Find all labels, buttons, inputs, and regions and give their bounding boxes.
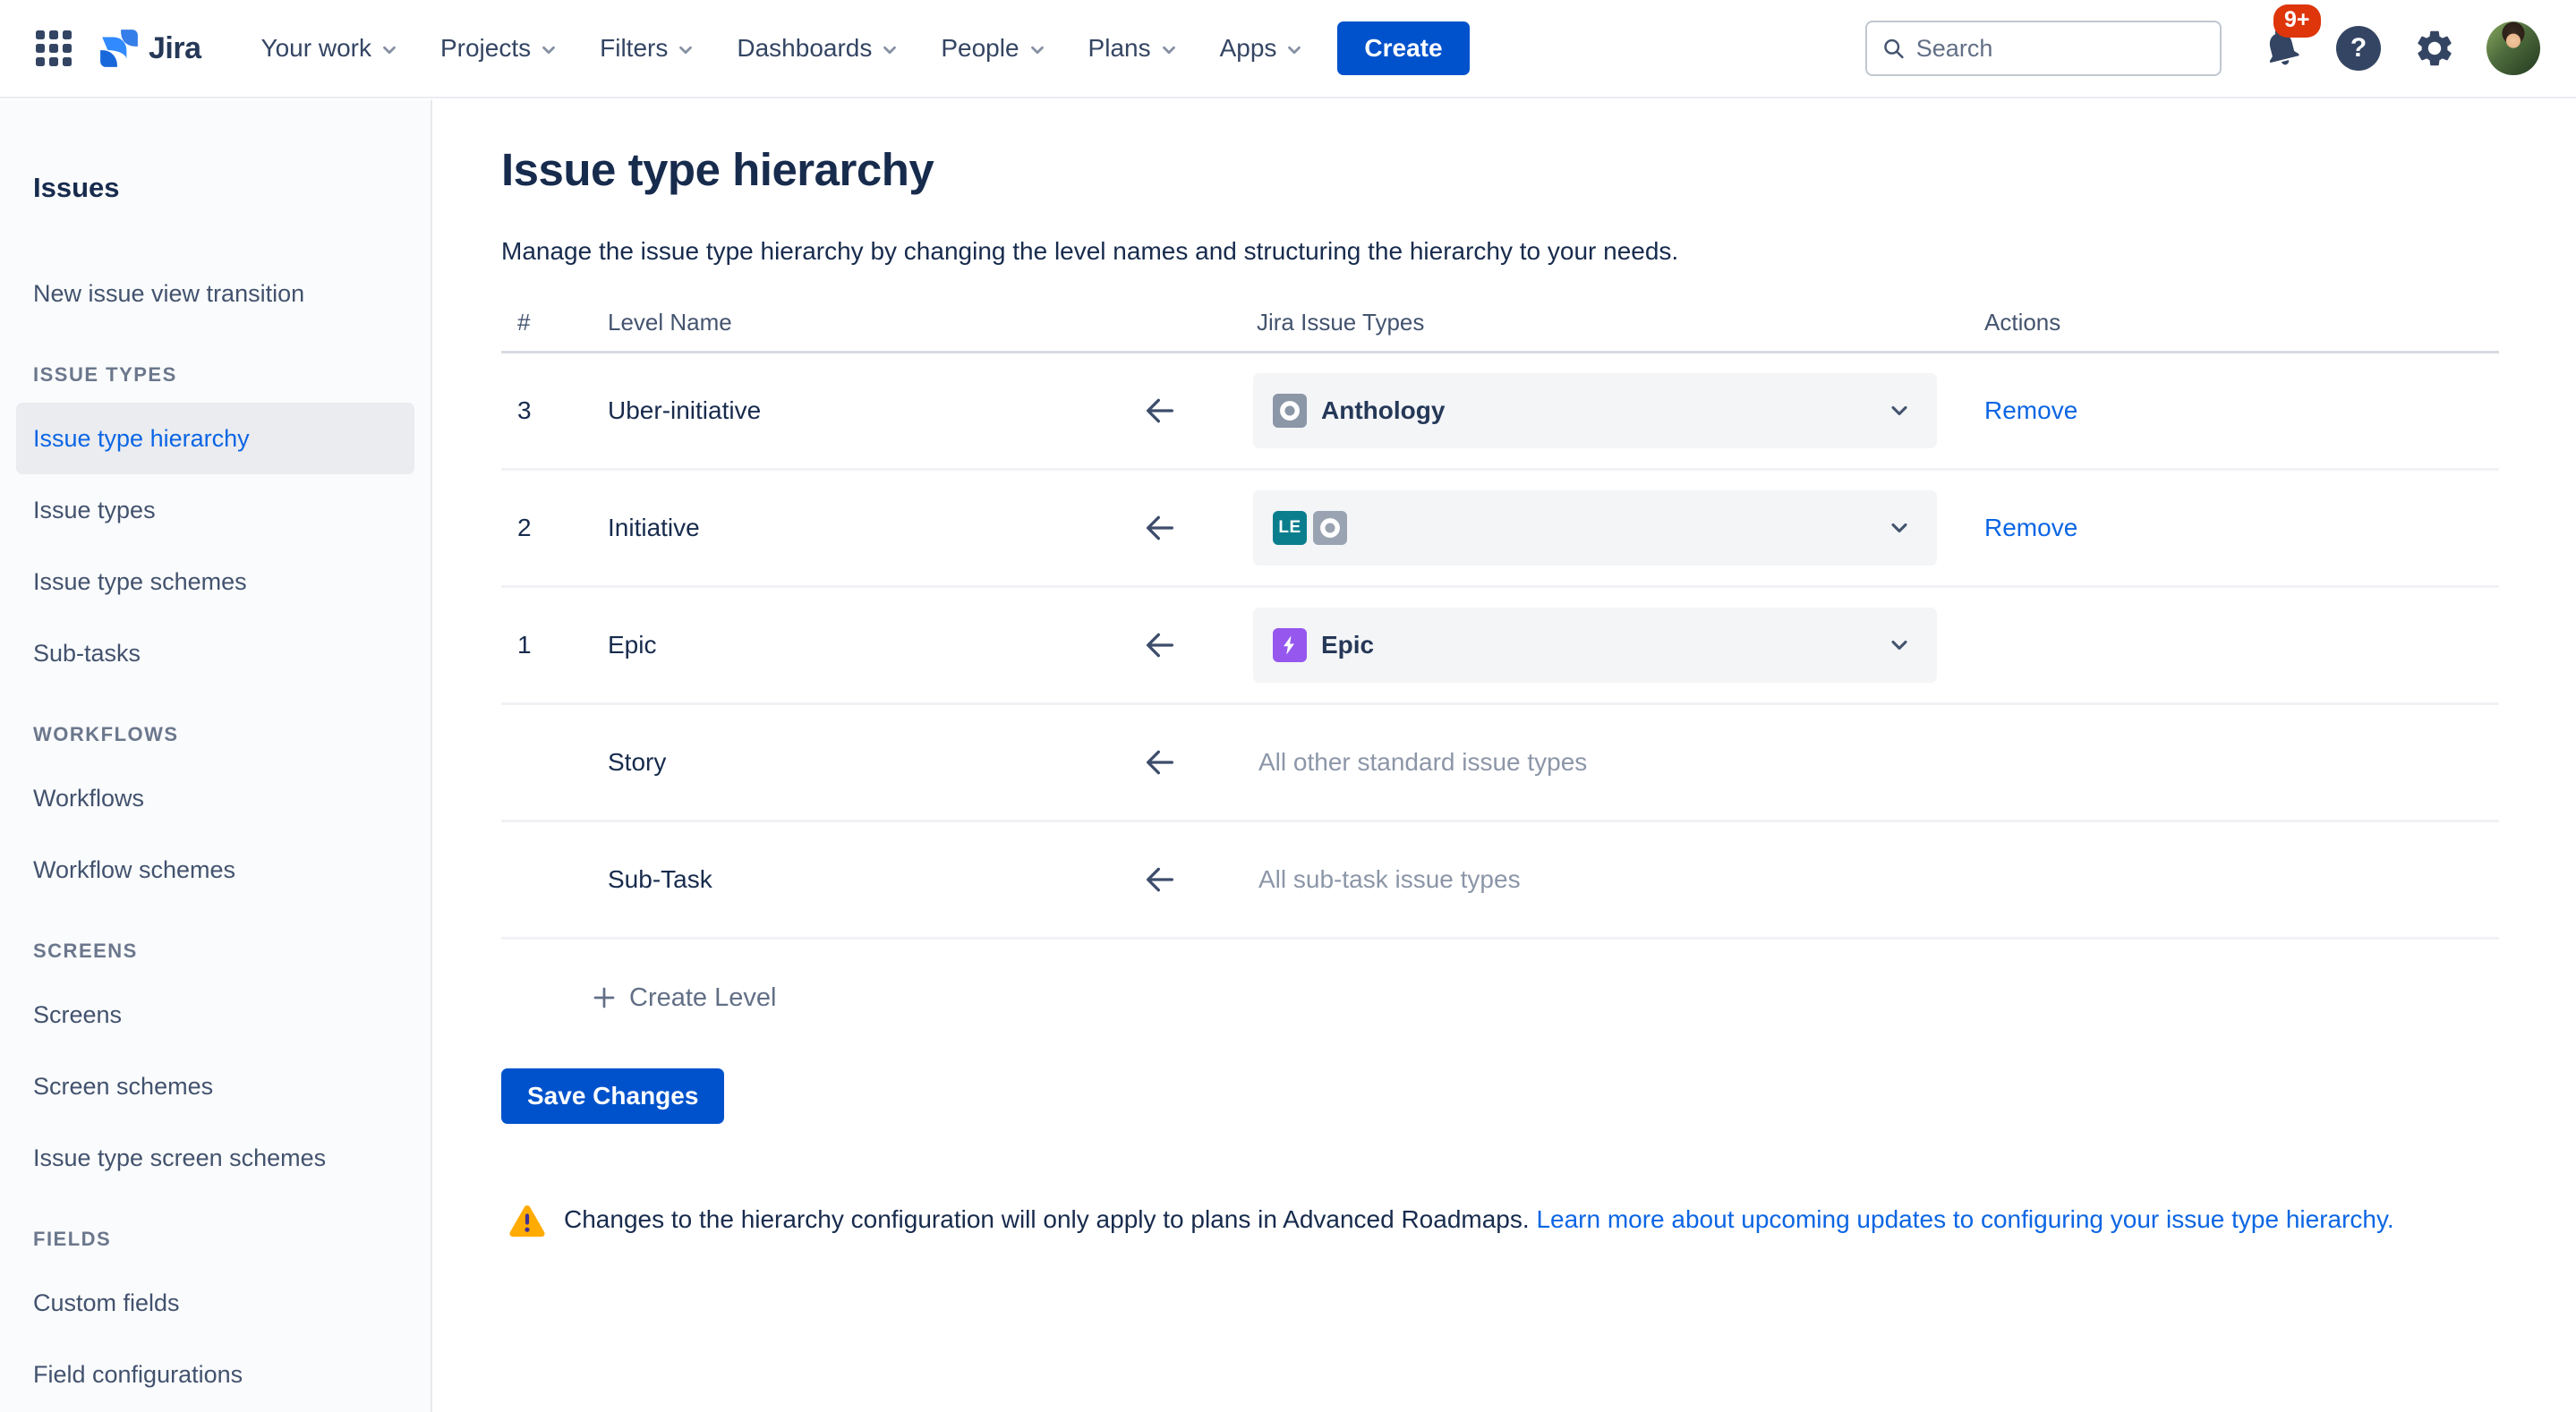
table-row-story: Story All other standard issue types xyxy=(501,705,2499,822)
left-arrow-icon[interactable] xyxy=(1142,510,1178,546)
table-row-sub-task: Sub-Task All sub-task issue types xyxy=(501,822,2499,940)
level-name: Sub-Task xyxy=(608,865,712,894)
level-number: 1 xyxy=(517,631,532,659)
notification-count-badge: 9+ xyxy=(2273,4,2321,38)
learn-more-link[interactable]: Learn more about upcoming updates to con… xyxy=(1536,1205,2393,1233)
nav-item-apps[interactable]: Apps xyxy=(1199,0,1326,98)
issue-type-ring-icon xyxy=(1313,511,1347,545)
sidebar-item-workflows[interactable]: Workflows xyxy=(0,762,431,834)
level-name: Epic xyxy=(608,631,656,659)
level-name: Initiative xyxy=(608,514,700,542)
sidebar-item-issue-type-screen-schemes[interactable]: Issue type screen schemes xyxy=(0,1122,431,1194)
sidebar-section-screens: SCREENS xyxy=(0,923,431,979)
gear-icon xyxy=(2413,27,2456,70)
header-level-name: Level Name xyxy=(608,309,732,336)
left-arrow-icon[interactable] xyxy=(1142,393,1178,429)
nav-right-group: 9+ ? xyxy=(1865,21,2540,76)
top-navigation: Jira Your work Projects Filters Dashboar… xyxy=(0,0,2576,98)
warning-text: Changes to the hierarchy configuration w… xyxy=(564,1205,2394,1234)
nav-item-people[interactable]: People xyxy=(920,0,1067,98)
selected-issue-type: Epic xyxy=(1321,631,1374,659)
remove-link[interactable]: Remove xyxy=(1984,514,2077,542)
jira-logo-icon xyxy=(98,28,140,69)
notifications-button[interactable]: 9+ xyxy=(2259,24,2304,73)
nav-item-projects[interactable]: Projects xyxy=(420,0,579,98)
issue-types-static-text: All other standard issue types xyxy=(1258,748,1587,777)
settings-sidebar: Issues New issue view transition ISSUE T… xyxy=(0,100,432,1412)
nav-item-filters[interactable]: Filters xyxy=(579,0,716,98)
chevron-down-icon xyxy=(880,40,900,60)
sidebar-item-sub-tasks[interactable]: Sub-tasks xyxy=(0,617,431,689)
user-avatar[interactable] xyxy=(2486,21,2540,75)
sidebar-item-screens[interactable]: Screens xyxy=(0,979,431,1050)
search-icon xyxy=(1881,35,1906,62)
selected-issue-type: Anthology xyxy=(1321,396,1445,425)
chevron-down-icon xyxy=(676,40,695,60)
issue-types-select[interactable]: Epic xyxy=(1253,608,1937,683)
save-changes-button[interactable]: Save Changes xyxy=(501,1068,724,1124)
warning-icon xyxy=(508,1201,546,1238)
left-arrow-icon[interactable] xyxy=(1142,744,1178,780)
chevron-down-icon xyxy=(1887,515,1912,540)
nav-item-dashboards[interactable]: Dashboards xyxy=(716,0,920,98)
sidebar-item-issue-type-hierarchy[interactable]: Issue type hierarchy xyxy=(16,403,414,474)
level-number: 3 xyxy=(517,396,532,425)
create-level-button[interactable]: Create Level xyxy=(591,970,776,1025)
issue-types-static-text: All sub-task issue types xyxy=(1258,865,1521,894)
nav-item-your-work[interactable]: Your work xyxy=(241,0,420,98)
jira-logo[interactable]: Jira xyxy=(98,28,201,69)
chevron-down-icon xyxy=(1159,40,1179,60)
nav-item-plans[interactable]: Plans xyxy=(1068,0,1199,98)
level-number: 2 xyxy=(517,514,532,542)
remove-link[interactable]: Remove xyxy=(1984,396,2077,425)
issue-type-ring-icon xyxy=(1273,394,1307,428)
search-box[interactable] xyxy=(1865,21,2222,76)
left-arrow-icon[interactable] xyxy=(1142,627,1178,663)
help-button[interactable]: ? xyxy=(2336,26,2381,71)
plus-icon xyxy=(591,984,618,1011)
page-title: Issue type hierarchy xyxy=(501,143,2576,196)
table-header: # Level Name Jira Issue Types Actions xyxy=(501,302,2499,353)
sidebar-item-issue-type-schemes[interactable]: Issue type schemes xyxy=(0,546,431,617)
create-button[interactable]: Create xyxy=(1337,21,1469,75)
sidebar-section-fields: FIELDS xyxy=(0,1212,431,1267)
sidebar-item-field-configurations[interactable]: Field configurations xyxy=(0,1339,431,1410)
chevron-down-icon xyxy=(1028,40,1047,60)
sidebar-item-custom-fields[interactable]: Custom fields xyxy=(0,1267,431,1339)
header-number: # xyxy=(517,309,530,336)
sidebar-item-screen-schemes[interactable]: Screen schemes xyxy=(0,1050,431,1122)
app-switcher-icon[interactable] xyxy=(36,30,72,66)
chevron-down-icon xyxy=(539,40,559,60)
issue-types-select[interactable]: LE xyxy=(1253,490,1937,566)
logo-text: Jira xyxy=(149,31,201,66)
chevron-down-icon xyxy=(1887,633,1912,658)
question-mark-icon: ? xyxy=(2350,33,2367,64)
header-actions: Actions xyxy=(1984,309,2060,336)
warning-banner: Changes to the hierarchy configuration w… xyxy=(508,1201,2576,1238)
level-name: Story xyxy=(608,748,666,777)
main-content: Issue type hierarchy Manage the issue ty… xyxy=(434,100,2576,1412)
issue-type-le-icon: LE xyxy=(1273,511,1307,545)
table-row-initiative: 2 Initiative LE Remove xyxy=(501,471,2499,588)
header-jira-issue-types: Jira Issue Types xyxy=(1257,309,1424,336)
level-name: Uber-initiative xyxy=(608,396,761,425)
sidebar-section-workflows: WORKFLOWS xyxy=(0,707,431,762)
chevron-down-icon xyxy=(1284,40,1304,60)
table-row-epic: 1 Epic Epic xyxy=(501,588,2499,705)
issue-types-select[interactable]: Anthology xyxy=(1253,373,1937,448)
hierarchy-table: # Level Name Jira Issue Types Actions 3 … xyxy=(501,302,2499,940)
sidebar-item-new-issue-view-transition[interactable]: New issue view transition xyxy=(0,258,431,329)
page-description: Manage the issue type hierarchy by chang… xyxy=(501,237,2576,266)
sidebar-section-issue-types: ISSUE TYPES xyxy=(0,347,431,403)
left-arrow-icon[interactable] xyxy=(1142,862,1178,897)
table-row-uber-initiative: 3 Uber-initiative Anthology Remove xyxy=(501,353,2499,471)
search-input[interactable] xyxy=(1916,35,2205,63)
sidebar-item-issue-types[interactable]: Issue types xyxy=(0,474,431,546)
chevron-down-icon xyxy=(380,40,399,60)
sidebar-title: Issues xyxy=(33,172,431,204)
chevron-down-icon xyxy=(1887,398,1912,423)
settings-button[interactable] xyxy=(2413,27,2456,70)
sidebar-item-workflow-schemes[interactable]: Workflow schemes xyxy=(0,834,431,906)
epic-bolt-icon xyxy=(1273,628,1307,662)
